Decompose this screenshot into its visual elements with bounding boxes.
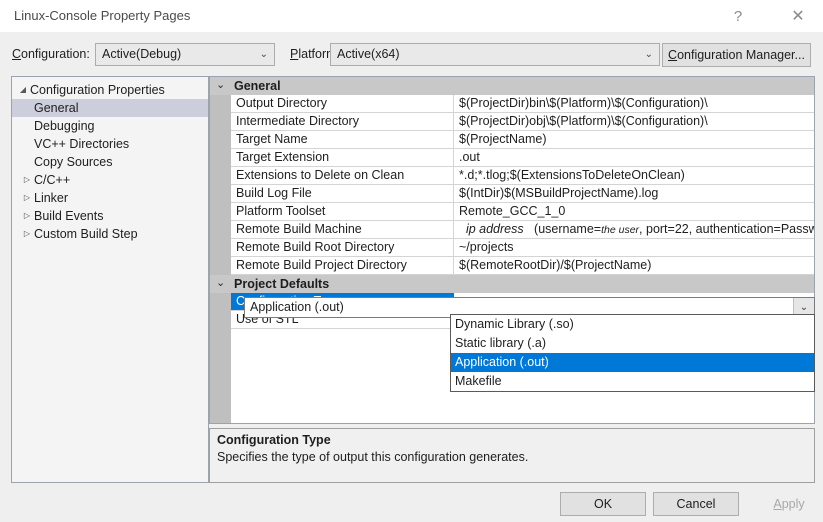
expander-triangle-icon[interactable]: ▷ [20,225,34,243]
sidebar-item-build-events[interactable]: ▷ Build Events [12,207,208,225]
dropdown-option[interactable]: Makefile [451,372,814,391]
platform-value: Active(x64) [337,47,400,61]
configuration-manager-label: Configuration Manager... [668,48,805,62]
property-row[interactable]: Target Extension .out [231,149,814,167]
tree-item-label: Linker [34,191,69,205]
tree-item-label: Build Events [34,209,104,223]
title-bar: Linux-Console Property Pages ? ✕ [0,0,823,32]
configuration-type-dropdown-list[interactable]: Dynamic Library (.so) Static library (.a)… [450,314,815,392]
description-text: Specifies the type of output this config… [217,450,529,464]
description-title: Configuration Type [217,433,331,447]
sidebar-item-linker[interactable]: ▷ Linker [12,189,208,207]
expander-triangle-icon[interactable]: ◢ [16,81,30,99]
chevron-down-icon[interactable]: ⌄ [216,276,225,289]
property-name: Remote Build Machine [231,221,454,239]
dropdown-option[interactable]: Application (.out) [451,353,814,372]
dropdown-option[interactable]: Static library (.a) [451,334,814,353]
property-value[interactable]: *.d;*.tlog;$(ExtensionsToDeleteOnClean) [454,167,814,185]
property-row[interactable]: Intermediate Directory $(ProjectDir)obj\$… [231,113,814,131]
dropdown-option[interactable]: Dynamic Library (.so) [451,315,814,334]
configuration-manager-button[interactable]: Configuration Manager... [662,43,811,67]
section-header-general[interactable]: ⌄ General [210,77,814,95]
tree-item-label: C/C++ [34,173,71,187]
property-name: Intermediate Directory [231,113,454,131]
property-name: Build Log File [231,185,454,203]
property-value[interactable]: $(ProjectName) [454,131,814,149]
property-name: Platform Toolset [231,203,454,221]
chevron-down-icon[interactable]: ⌄ [216,78,225,91]
configuration-type-value: Application (.out) [250,300,344,314]
ok-button-label: OK [593,497,613,511]
property-name: Remote Build Project Directory [231,257,454,275]
property-value[interactable]: Remote_GCC_1_0 [454,203,814,221]
property-name: Target Name [231,131,454,149]
tree-item-label: Copy Sources [34,155,113,169]
remote-detail-prefix: (username= [523,222,602,236]
expander-triangle-icon[interactable]: ▷ [20,207,34,225]
property-tree-panel[interactable]: ◢ Configuration Properties General Debuggi… [11,76,209,483]
section-title: General [234,79,281,93]
remote-host-value: ip address [459,222,524,236]
apply-button-label: Apply [773,497,805,511]
property-row[interactable]: Output Directory $(ProjectDir)bin\$(Platf… [231,95,814,113]
property-value[interactable]: $(ProjectDir)obj\$(Platform)\$(Configura… [454,113,814,131]
sidebar-item-custom-build-step[interactable]: ▷ Custom Build Step [12,225,208,243]
property-row[interactable]: Remote Build Project Directory $(RemoteRo… [231,257,814,275]
property-row[interactable]: Build Log File $(IntDir)$(MSBuildProjectN… [231,185,814,203]
tree-item-label: VC++ Directories [34,137,130,151]
cancel-button-label: Cancel [676,497,716,511]
sidebar-item-general[interactable]: General [12,99,208,117]
property-value[interactable]: $(RemoteRootDir)/$(ProjectName) [454,257,814,275]
property-name: Extensions to Delete on Clean [231,167,454,185]
property-row[interactable]: Remote Build Machine ip address (usernam… [231,221,814,239]
remote-detail-suffix: , port=22, authentication=Password [639,222,814,236]
property-name: Output Directory [231,95,454,113]
help-icon[interactable]: ? [715,0,761,32]
property-row[interactable]: Extensions to Delete on Clean *.d;*.tlog;… [231,167,814,185]
description-pane: Configuration Type Specifies the type of… [209,428,815,483]
sidebar-item-copy-sources[interactable]: Copy Sources [12,153,208,171]
property-name: Remote Build Root Directory [231,239,454,257]
property-value[interactable]: ip address (username=the user, port=22, … [454,221,814,239]
property-grid-gutter [210,77,231,423]
apply-button: Apply [746,492,823,516]
configuration-combobox[interactable]: Active(Debug) ⌄ [95,43,275,66]
sidebar-item-debugging[interactable]: Debugging [12,117,208,135]
sidebar-item-vc-directories[interactable]: VC++ Directories [12,135,208,153]
property-value[interactable]: .out [454,149,814,167]
tree-item-label: Debugging [34,119,95,133]
cancel-button[interactable]: Cancel [653,492,739,516]
ok-button[interactable]: OK [560,492,646,516]
property-row[interactable]: Target Name $(ProjectName) [231,131,814,149]
property-row[interactable]: Platform Toolset Remote_GCC_1_0 [231,203,814,221]
tree-children: General Debugging VC++ Directories Copy Sou… [12,99,208,243]
tree-item-configuration-properties[interactable]: ◢ Configuration Properties [12,81,208,99]
section-header-project-defaults[interactable]: ⌄ Project Defaults [210,275,814,293]
expander-triangle-icon[interactable]: ▷ [20,189,34,207]
property-row[interactable]: Remote Build Root Directory ~/projects [231,239,814,257]
property-value[interactable]: $(ProjectDir)bin\$(Platform)\$(Configura… [454,95,814,113]
remote-username-value: the user [601,224,640,236]
tree-item-label: Configuration Properties [30,83,165,97]
window-title: Linux-Console Property Pages [14,8,191,23]
expander-triangle-icon[interactable]: ▷ [20,171,34,189]
property-value[interactable]: $(IntDir)$(MSBuildProjectName).log [454,185,814,203]
tree-item-label: Custom Build Step [34,227,138,241]
chevron-down-icon: ⌄ [644,49,653,60]
property-name: Target Extension [231,149,454,167]
chevron-down-icon: ⌄ [259,49,268,60]
configuration-label: Configuration: [12,47,90,61]
section-title: Project Defaults [234,277,330,291]
configuration-value: Active(Debug) [102,47,182,61]
property-value[interactable]: ~/projects [454,239,814,257]
close-icon[interactable]: ✕ [775,0,821,32]
platform-combobox[interactable]: Active(x64) ⌄ [330,43,660,66]
sidebar-item-c-c[interactable]: ▷ C/C++ [12,171,208,189]
tree-item-label: General [34,101,79,115]
